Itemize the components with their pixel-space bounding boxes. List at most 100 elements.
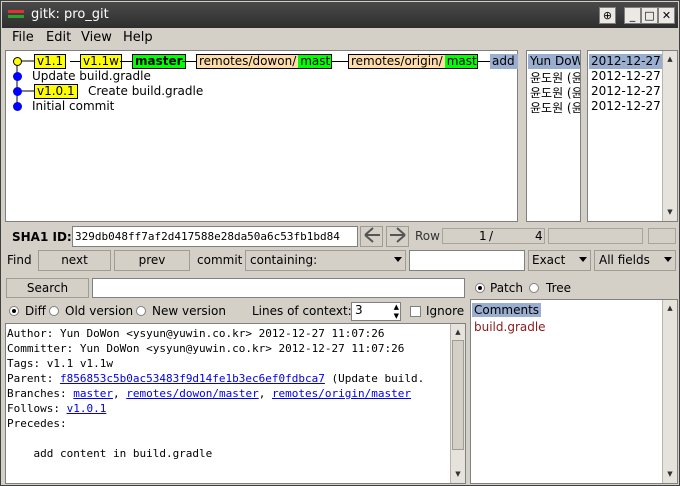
scroll-down-icon[interactable]: ▼ [665, 469, 675, 479]
branch-link[interactable]: master [73, 387, 113, 400]
date-cell[interactable]: 2012-12-27 1 [591, 84, 672, 98]
row-separator: / [489, 229, 494, 243]
arrow-right-icon [389, 227, 406, 243]
details-scrollbar[interactable]: ▲ ▼ [450, 324, 465, 483]
remote-branch-label[interactable]: remotes/dowon/master [196, 54, 332, 69]
window-pin-button[interactable]: ⊕ [599, 7, 616, 24]
patch-radio[interactable] [475, 283, 485, 293]
tag-label[interactable]: v1.0.1 [34, 84, 78, 99]
detail-author: Author: Yun DoWon <ysyun@yuwin.co.kr> 20… [7, 327, 385, 340]
scroll-down-icon[interactable]: ▼ [453, 469, 463, 479]
commit-dot[interactable] [13, 87, 22, 96]
date-cell[interactable]: 2012-12-27 1 [591, 69, 672, 83]
branch-link[interactable]: remotes/dowon/master [126, 387, 258, 400]
menu-view[interactable]: View [81, 30, 112, 45]
new-version-label[interactable]: New version [152, 304, 226, 318]
forward-button[interactable] [386, 226, 409, 247]
fields-value: All fields [599, 253, 650, 267]
commit-dot[interactable] [13, 72, 22, 81]
progress-bar [548, 228, 643, 244]
author-cell[interactable]: 윤도원 (윤 [530, 99, 580, 116]
search-button[interactable]: Search [6, 278, 89, 298]
exact-select[interactable]: Exact [528, 250, 591, 271]
commit-message[interactable]: add content in build.gradle [490, 54, 518, 69]
scroll-up-icon[interactable]: ▲ [665, 303, 675, 313]
tree-label[interactable]: Tree [546, 281, 571, 295]
commit-details-pane[interactable]: Author: Yun DoWon <ysyun@yuwin.co.kr> 20… [5, 323, 466, 484]
file-list-pane[interactable]: Comments build.gradle ▲ ▼ [470, 299, 678, 484]
find-type-value: containing: [250, 253, 318, 267]
remote-prefix: remotes/origin/ [349, 54, 445, 68]
date-column[interactable]: 2012-12-27 1 2012-12-27 1 2012-12-27 1 2… [587, 50, 678, 222]
old-version-radio[interactable] [49, 306, 59, 316]
window-title: gitk: pro_git [31, 7, 109, 22]
row-label: Row [415, 229, 440, 243]
commit-graph-pane[interactable]: v1.1 v1.1w master remotes/dowon/master r… [5, 50, 518, 222]
find-type-select[interactable]: containing: [245, 250, 406, 271]
file-list-item[interactable]: build.gradle [472, 320, 548, 334]
tree-radio[interactable] [529, 283, 539, 293]
spin-up-icon[interactable]: ▲ [394, 303, 399, 311]
tag-label[interactable]: v1.1w [80, 54, 122, 69]
context-spinbox[interactable]: 3 ▲ ▼ [351, 302, 401, 321]
new-version-radio[interactable] [136, 306, 146, 316]
commit-message[interactable]: Update build.gradle [32, 69, 151, 83]
maximize-button[interactable]: □ [641, 7, 658, 24]
detail-message: add content in build.gradle [7, 447, 213, 460]
diff-label[interactable]: Diff [25, 304, 46, 318]
fields-select[interactable]: All fields [594, 250, 676, 271]
spin-down-icon[interactable]: ▼ [394, 312, 399, 320]
ignore-checkbox[interactable] [410, 306, 421, 317]
scroll-up-icon[interactable]: ▲ [665, 54, 675, 64]
file-list-comments[interactable]: Comments [472, 303, 542, 317]
branch-link[interactable]: remotes/origin/master [272, 387, 411, 400]
detail-branches: Branches: master, remotes/dowon/master, … [7, 387, 412, 400]
date-cell[interactable]: 2012-12-27 1 [591, 99, 672, 113]
diff-radio[interactable] [9, 306, 19, 316]
parent-link[interactable]: f856853c5b0ac53483f9d14fe1b3ec6ef0fdbca7 [60, 372, 325, 385]
sha-field[interactable]: 329db048ff7af2d417588e28da50a6c53fb1bd84 [72, 226, 358, 247]
scroll-thumb[interactable] [452, 340, 464, 450]
detail-precedes: Precedes: [7, 417, 67, 430]
search-input[interactable] [92, 278, 465, 298]
find-input[interactable] [409, 250, 525, 271]
date-cell[interactable]: 2012-12-27 1 [589, 54, 662, 69]
scroll-down-icon[interactable]: ▼ [665, 207, 675, 217]
patch-label[interactable]: Patch [490, 281, 523, 295]
remote-branch-label[interactable]: remotes/origin/master [348, 54, 478, 69]
author-column[interactable]: Yun DoWon 윤도원 (윤 윤도원 (윤 윤도원 (윤 [526, 50, 581, 222]
back-button[interactable] [360, 226, 383, 247]
find-prev-button[interactable]: prev [114, 250, 190, 271]
graph-row[interactable]: v1.1 v1.1w master remotes/dowon/master r… [6, 54, 519, 69]
menu-help[interactable]: Help [123, 30, 153, 45]
old-version-label[interactable]: Old version [65, 304, 133, 318]
minimize-button[interactable]: _ [624, 7, 641, 24]
menu-file[interactable]: File [12, 30, 34, 45]
commit-dot[interactable] [13, 102, 22, 111]
remote-branch: master [444, 55, 477, 68]
menu-edit[interactable]: Edit [46, 30, 71, 45]
exact-value: Exact [532, 253, 566, 267]
close-button[interactable]: ✕ [658, 7, 675, 24]
scroll-up-icon[interactable]: ▲ [453, 327, 463, 337]
follows-link[interactable]: v1.0.1 [67, 402, 107, 415]
tag-label[interactable]: v1.1 [34, 54, 67, 69]
author-cell[interactable]: Yun DoWon [528, 54, 580, 69]
chevron-down-icon [664, 257, 672, 262]
sha-label: SHA1 ID: [12, 230, 72, 244]
head-branch-label[interactable]: master [132, 54, 186, 69]
context-label: Lines of context: [252, 304, 352, 318]
detail-tags: Tags: v1.1 v1.1w [7, 357, 113, 370]
row-indicator: 1 / 4 [442, 228, 545, 244]
remote-prefix: remotes/dowon/ [197, 54, 299, 68]
commit-message[interactable]: Create build.gradle [88, 84, 203, 98]
progress-spacer [648, 228, 676, 244]
graph-scrollbar[interactable]: ▲ ▼ [662, 51, 677, 221]
detail-follows: Follows: v1.0.1 [7, 402, 107, 415]
chevron-down-icon [394, 257, 402, 262]
ignore-label[interactable]: Ignore [426, 304, 464, 318]
row-total: 4 [535, 229, 543, 243]
file-list-scrollbar[interactable]: ▲ ▼ [662, 300, 677, 483]
find-next-button[interactable]: next [38, 250, 111, 271]
commit-message[interactable]: Initial commit [32, 99, 114, 113]
